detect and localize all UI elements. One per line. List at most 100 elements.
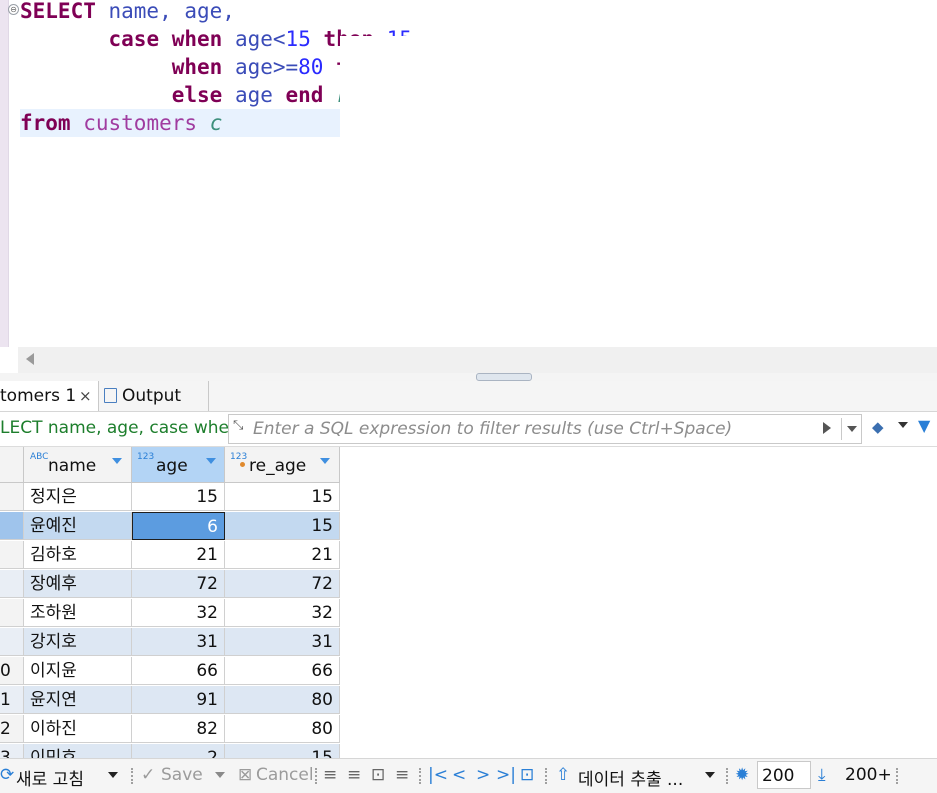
chevron-down-icon: [705, 772, 715, 778]
separator: [896, 768, 900, 784]
cell-name[interactable]: 윤예진: [24, 512, 132, 540]
refresh-icon[interactable]: ⟳: [0, 765, 14, 785]
cell-re-age[interactable]: 15: [225, 483, 340, 511]
tab-results[interactable]: tomers 1 ×: [0, 381, 99, 411]
cell-age[interactable]: 32: [132, 599, 225, 627]
save-button[interactable]: Save: [161, 765, 203, 785]
text-type-icon: ABC: [30, 452, 49, 462]
apply-filter-icon[interactable]: [823, 422, 831, 434]
cell-re-age[interactable]: 21: [225, 541, 340, 569]
chevron-down-icon[interactable]: [898, 422, 908, 428]
fetch-all-icon[interactable]: ⊡: [520, 765, 534, 785]
first-page-icon[interactable]: |<: [428, 765, 448, 785]
cell-name[interactable]: 정지은: [24, 483, 132, 511]
column-header-name[interactable]: ABC name: [24, 447, 132, 483]
code-token: from: [20, 111, 71, 135]
separator: [419, 768, 423, 784]
code-token: end: [285, 83, 324, 107]
row-number: 2: [0, 715, 24, 743]
cell-re-age[interactable]: 80: [225, 686, 340, 714]
sort-icon[interactable]: [112, 458, 122, 464]
close-icon[interactable]: ×: [79, 381, 92, 411]
row-number: [0, 570, 24, 598]
code-line[interactable]: SELECT name, age,: [20, 0, 937, 25]
sort-icon[interactable]: [320, 458, 330, 464]
cell-re-age[interactable]: 15: [225, 512, 340, 540]
cell-age[interactable]: 72: [132, 570, 225, 598]
row-number: [0, 512, 24, 540]
cell-age[interactable]: 82: [132, 715, 225, 743]
save-icon: ✓: [141, 765, 156, 785]
cancel-button[interactable]: Cancel: [256, 765, 314, 785]
splitter-grip-icon[interactable]: [476, 373, 532, 381]
filter-history-dropdown-icon[interactable]: [847, 426, 857, 432]
previous-page-icon[interactable]: <: [452, 765, 466, 785]
cell-re-age[interactable]: 31: [225, 628, 340, 656]
code-token: case: [108, 27, 160, 51]
cell-name[interactable]: 이지윤: [24, 657, 132, 685]
cell-name[interactable]: 장예후: [24, 570, 132, 598]
editor-horizontal-scrollbar[interactable]: [18, 347, 937, 373]
column-label: age: [156, 456, 188, 476]
next-page-icon[interactable]: >: [476, 765, 490, 785]
cell-age[interactable]: 6: [132, 512, 225, 540]
cell-name[interactable]: 김하호: [24, 541, 132, 569]
cell-name[interactable]: 강지호: [24, 628, 132, 656]
refresh-button[interactable]: 새로 고침: [16, 765, 84, 790]
export-icon[interactable]: ⇧: [556, 765, 570, 785]
tab-output[interactable]: Output: [100, 381, 209, 411]
add-row-icon[interactable]: ≡: [347, 765, 361, 785]
cell-age[interactable]: 66: [132, 657, 225, 685]
editor-gutter: [0, 0, 9, 347]
code-token: when: [171, 55, 223, 79]
divider: [841, 418, 842, 440]
cell-name[interactable]: 조하원: [24, 599, 132, 627]
separator: [545, 768, 549, 784]
export-dropdown[interactable]: [705, 765, 715, 785]
column-label: name: [48, 456, 97, 476]
cell-age[interactable]: 31: [132, 628, 225, 656]
filter-input[interactable]: ⤡ Enter a SQL expression to filter resul…: [228, 414, 862, 444]
results-toolbar: ⟳ 새로 고침 ✓ Save ⊠ Cancel ≡ ≡ ⊡ ≡ |< < > >…: [0, 758, 937, 793]
cell-age[interactable]: 21: [132, 541, 225, 569]
cell-age[interactable]: 15: [132, 483, 225, 511]
cell-name[interactable]: 이하진: [24, 715, 132, 743]
code-token: SELECT: [20, 0, 96, 23]
filter-bar: LECT name, age, case when ⤡ Enter a SQL …: [0, 412, 937, 447]
save-dropdown[interactable]: [215, 765, 225, 785]
cell-name[interactable]: 윤지연: [24, 686, 132, 714]
scroll-left-icon[interactable]: [26, 353, 34, 365]
last-page-icon[interactable]: >|: [496, 765, 516, 785]
column-header-age[interactable]: 123 age: [132, 447, 225, 483]
copy-row-icon[interactable]: ⊡: [371, 765, 385, 785]
row-number: 0: [0, 657, 24, 685]
gear-icon[interactable]: ✹: [735, 765, 749, 785]
export-data-button[interactable]: 데이터 추출 ...: [578, 765, 683, 790]
eraser-icon[interactable]: ◆: [872, 418, 884, 436]
code-token: age: [222, 83, 286, 107]
cell-age[interactable]: 91: [132, 686, 225, 714]
code-token: age<: [222, 27, 286, 51]
fetch-more-icon[interactable]: ⤓: [818, 765, 826, 785]
column-header-re-age[interactable]: 123 re_age: [225, 447, 340, 483]
computed-column-icon: [240, 462, 245, 467]
sort-icon[interactable]: [206, 458, 216, 464]
delete-row-icon[interactable]: ≡: [395, 765, 409, 785]
filter-funnel-icon[interactable]: ▼: [918, 416, 930, 435]
edit-row-icon[interactable]: ≡: [323, 765, 337, 785]
code-token: else: [171, 83, 223, 107]
refresh-dropdown[interactable]: [108, 765, 118, 785]
code-token: customers: [83, 111, 198, 135]
fold-collapse-icon[interactable]: ⊖: [8, 4, 19, 15]
cell-re-age[interactable]: 66: [225, 657, 340, 685]
cell-re-age[interactable]: 72: [225, 570, 340, 598]
number-type-icon: 123: [230, 452, 248, 462]
cell-re-age[interactable]: 32: [225, 599, 340, 627]
fetch-size-input[interactable]: 200: [757, 761, 811, 789]
expand-icon[interactable]: ⤡: [233, 418, 243, 433]
cell-re-age[interactable]: 80: [225, 715, 340, 743]
fetch-more-button[interactable]: 200+: [845, 765, 892, 785]
panel-splitter[interactable]: [0, 373, 937, 381]
